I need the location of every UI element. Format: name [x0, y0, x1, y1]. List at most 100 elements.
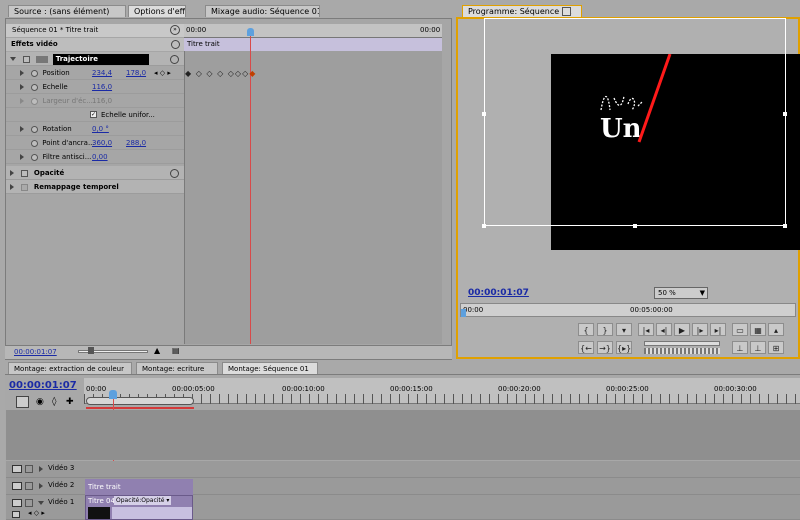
export-icon[interactable]: ▤ — [172, 346, 180, 355]
fx-toggle-checkbox[interactable] — [21, 169, 29, 177]
marker-icon[interactable]: ◉ — [36, 397, 44, 407]
lift-button[interactable]: ⊥ — [732, 341, 748, 354]
lock-icon[interactable] — [25, 465, 33, 473]
ruler-tick-2: 00:00:10:00 — [282, 385, 325, 393]
expand-icon[interactable] — [20, 84, 24, 90]
lock-icon[interactable] — [25, 499, 33, 507]
playhead-marker[interactable] — [247, 28, 254, 36]
echelle-value[interactable]: 116,0 — [92, 80, 112, 94]
position-keyframes[interactable]: ◆ ◇ ◇ ◇ ◇◇◇◆ — [185, 69, 256, 78]
track-label: Vidéo 2 — [48, 481, 75, 489]
timeline-playhead-marker[interactable] — [109, 390, 117, 399]
mark-in-button[interactable]: { — [578, 323, 594, 336]
go-to-next-button[interactable]: →} — [597, 341, 613, 354]
go-to-out-button[interactable]: ▸| — [710, 323, 726, 336]
eye-icon[interactable] — [12, 465, 22, 473]
eye-icon[interactable] — [12, 482, 22, 490]
extract-button[interactable]: ⊥ — [750, 341, 766, 354]
tab-effect-options[interactable]: Options d'effet — [128, 5, 186, 17]
program-ruler-start: 00:00 — [463, 306, 484, 314]
ruler-tick-4: 00:00:20:00 — [498, 385, 541, 393]
tab-audio-mixer[interactable]: Mixage audio: Séquence 01 — [205, 5, 320, 17]
tab-source[interactable]: Source : (sans élément) — [8, 5, 126, 17]
ancre-x-value[interactable]: 360,0 — [92, 136, 112, 150]
bbox-handle[interactable] — [783, 224, 787, 228]
fx-toggle-checkbox[interactable] — [21, 183, 29, 191]
ancre-y-value[interactable]: 288,0 — [126, 136, 146, 150]
zoom-slider-thumb[interactable] — [88, 347, 94, 354]
expand-icon[interactable] — [10, 170, 14, 176]
export-frame-button[interactable]: ⊞ — [768, 341, 784, 354]
add-icon[interactable]: ✚ — [66, 397, 74, 407]
stopwatch-icon[interactable] — [31, 153, 39, 161]
keyframe-nav-icon[interactable]: ◂ ◇ ▸ — [28, 509, 45, 517]
bbox-handle[interactable] — [633, 224, 637, 228]
keyframe-display-icon[interactable] — [12, 511, 20, 518]
program-playhead-marker[interactable] — [461, 309, 466, 317]
trim-button[interactable]: ▭ — [732, 323, 748, 336]
clip-titre-trait[interactable]: Titre trait — [85, 479, 193, 495]
keyframe-nav-icon[interactable]: ◂ ◇ ▸ — [154, 66, 171, 80]
effect-ruler[interactable] — [184, 24, 442, 38]
expand-icon[interactable] — [10, 184, 14, 190]
jog-wheel[interactable] — [644, 348, 720, 354]
reset-icon[interactable] — [170, 169, 179, 178]
fx-toggle-checkbox[interactable] — [23, 55, 31, 63]
stopwatch-icon[interactable] — [31, 139, 38, 147]
nav-forward-icon[interactable]: » — [170, 25, 180, 35]
work-area-range — [86, 407, 194, 409]
expand-icon[interactable] — [38, 501, 44, 505]
timeline-timecode[interactable]: 00:00:01:07 — [9, 380, 77, 391]
transform-bounding-box[interactable] — [484, 18, 786, 226]
expand-icon[interactable] — [10, 57, 16, 61]
position-x-value[interactable]: 234,4 — [92, 66, 112, 80]
stopwatch-icon[interactable] — [31, 69, 39, 77]
lock-icon[interactable] — [25, 482, 33, 490]
position-y-value[interactable]: 178,0 — [126, 66, 146, 80]
expand-icon[interactable] — [20, 154, 24, 160]
reset-icon[interactable] — [170, 55, 179, 64]
filtre-value[interactable]: 0,00 — [92, 150, 108, 164]
play-button[interactable]: ▶ — [674, 323, 690, 336]
expand-icon[interactable] — [20, 126, 24, 132]
clip-titre-04-label: Titre 04 — [88, 497, 115, 505]
rotation-value[interactable]: 0,0 ° — [92, 122, 109, 136]
shuttle-slider[interactable] — [644, 341, 720, 346]
eye-icon[interactable] — [12, 499, 22, 507]
expand-icon[interactable] — [39, 466, 43, 472]
go-to-in-button[interactable]: |◂ — [638, 323, 654, 336]
snap-icon[interactable] — [16, 396, 29, 408]
set-marker-button[interactable]: ▾ — [616, 323, 632, 336]
section-icon[interactable] — [171, 40, 180, 49]
work-area-bar[interactable] — [86, 397, 194, 405]
zoom-select[interactable]: 50 % ▼ — [654, 287, 708, 299]
tab-montage-sequence[interactable]: Montage: Séquence 01 — [222, 362, 318, 374]
stopwatch-icon[interactable] — [31, 83, 39, 91]
stopwatch-icon[interactable] — [31, 125, 39, 133]
program-timecode[interactable]: 00:00:01:07 — [468, 288, 529, 298]
tab-montage-extraction[interactable]: Montage: extraction de couleur — [8, 362, 132, 374]
step-forward-button[interactable]: |▸ — [692, 323, 708, 336]
mark-out-button[interactable]: } — [597, 323, 613, 336]
step-back-button[interactable]: ◂| — [656, 323, 672, 336]
bbox-handle[interactable] — [783, 112, 787, 116]
expand-icon[interactable] — [39, 483, 43, 489]
remappage-label: Remappage temporel — [33, 183, 119, 191]
keyframe-icon[interactable]: ◊ — [52, 397, 56, 407]
program-ruler[interactable] — [460, 303, 796, 317]
play-in-out-button[interactable]: {▸} — [616, 341, 632, 354]
clip-titre-04[interactable]: Titre 04 Opacité:Opacité ▾ — [85, 495, 193, 520]
trajectoire-label[interactable]: Trajectoire — [52, 53, 149, 65]
safe-margins-button[interactable]: ▦ — [750, 323, 766, 336]
output-button[interactable]: ▴ — [768, 323, 784, 336]
zoom-in-icon[interactable]: ▲ — [154, 346, 160, 355]
clip-opacity-dropdown[interactable]: Opacité:Opacité ▾ — [114, 496, 172, 505]
bbox-handle[interactable] — [482, 112, 486, 116]
uniform-scale-checkbox[interactable]: ✓ — [90, 111, 97, 118]
go-to-prev-button[interactable]: {← — [578, 341, 594, 354]
bbox-handle[interactable] — [482, 224, 486, 228]
effects-timecode[interactable]: 00:00:01:07 — [14, 348, 57, 356]
expand-icon[interactable] — [20, 70, 24, 76]
tab-montage-ecriture[interactable]: Montage: ecriture — [136, 362, 218, 374]
tab-menu-icon[interactable] — [562, 7, 571, 16]
